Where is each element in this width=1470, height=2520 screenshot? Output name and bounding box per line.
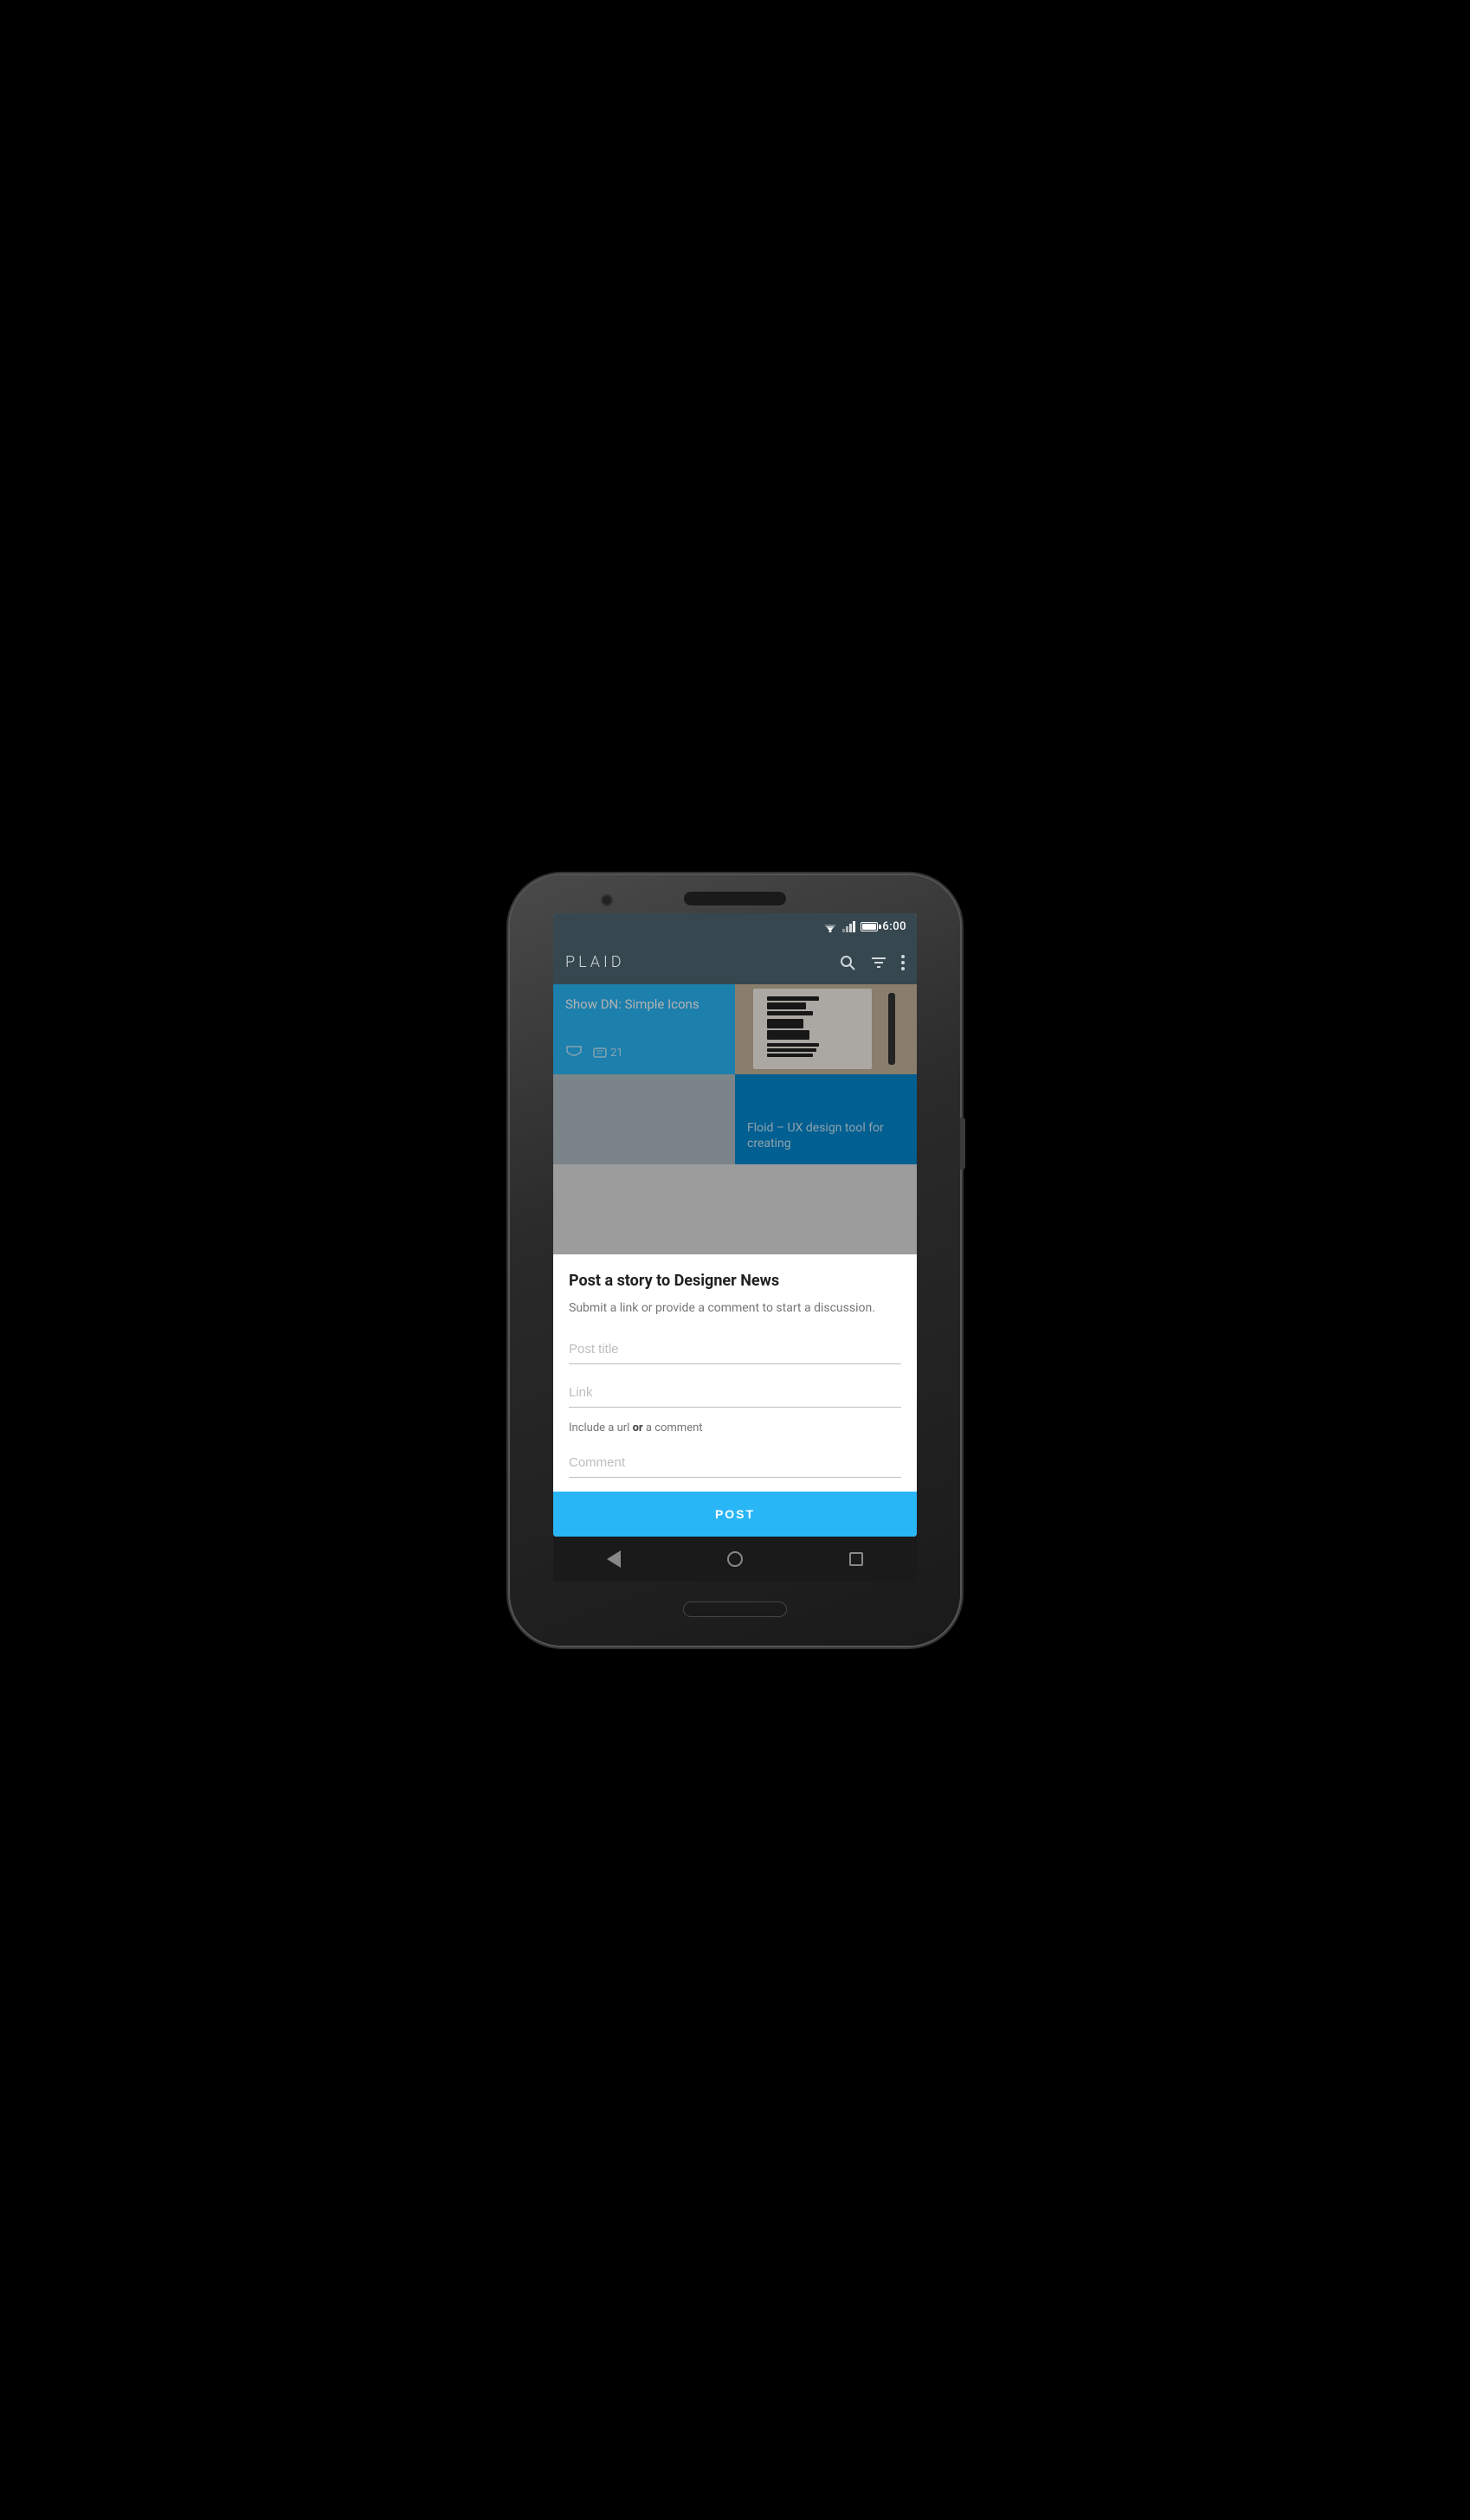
nav-bar	[553, 1537, 917, 1582]
recents-icon	[849, 1552, 863, 1566]
home-icon	[727, 1551, 743, 1567]
comment-group	[569, 1448, 901, 1478]
sheet-subtitle: Submit a link or provide a comment to st…	[569, 1300, 901, 1318]
bottom-sheet: Post a story to Designer News Submit a l…	[553, 1254, 917, 1537]
nav-recents-button[interactable]	[839, 1542, 874, 1576]
status-icons: 6:00	[822, 920, 906, 933]
nav-home-button[interactable]	[718, 1542, 752, 1576]
status-bar: 6:00	[553, 913, 917, 941]
screen: 6:00 Plaid	[553, 913, 917, 1537]
post-title-group	[569, 1335, 901, 1364]
battery-fill	[862, 924, 875, 930]
back-icon	[607, 1550, 621, 1568]
post-title-input[interactable]	[569, 1335, 901, 1364]
comment-input[interactable]	[569, 1448, 901, 1478]
nav-back-button[interactable]	[596, 1542, 631, 1576]
more-options-icon[interactable]	[901, 955, 905, 970]
wifi-icon	[822, 921, 838, 932]
app-title: Plaid	[565, 953, 625, 971]
post-button[interactable]: POST	[553, 1492, 917, 1537]
phone-bottom	[683, 1582, 787, 1646]
sheet-title: Post a story to Designer News	[569, 1272, 901, 1290]
bottom-speaker	[683, 1602, 787, 1617]
app-bar-icons	[839, 954, 905, 971]
front-camera	[601, 894, 613, 906]
phone-top	[510, 875, 960, 906]
battery-icon	[861, 922, 878, 931]
modal-overlay: Post a story to Designer News Submit a l…	[553, 984, 917, 1537]
link-input[interactable]	[569, 1378, 901, 1408]
input-hint: Include a url or a comment	[569, 1421, 901, 1434]
phone-device: 6:00 Plaid	[510, 875, 960, 1646]
side-button[interactable]	[960, 1118, 965, 1170]
speaker-grille	[683, 891, 787, 906]
filter-icon[interactable]	[870, 957, 887, 969]
signal-icon	[842, 921, 856, 932]
search-icon[interactable]	[839, 954, 856, 971]
app-bar: Plaid	[553, 941, 917, 984]
status-time: 6:00	[882, 920, 906, 933]
link-group	[569, 1378, 901, 1408]
